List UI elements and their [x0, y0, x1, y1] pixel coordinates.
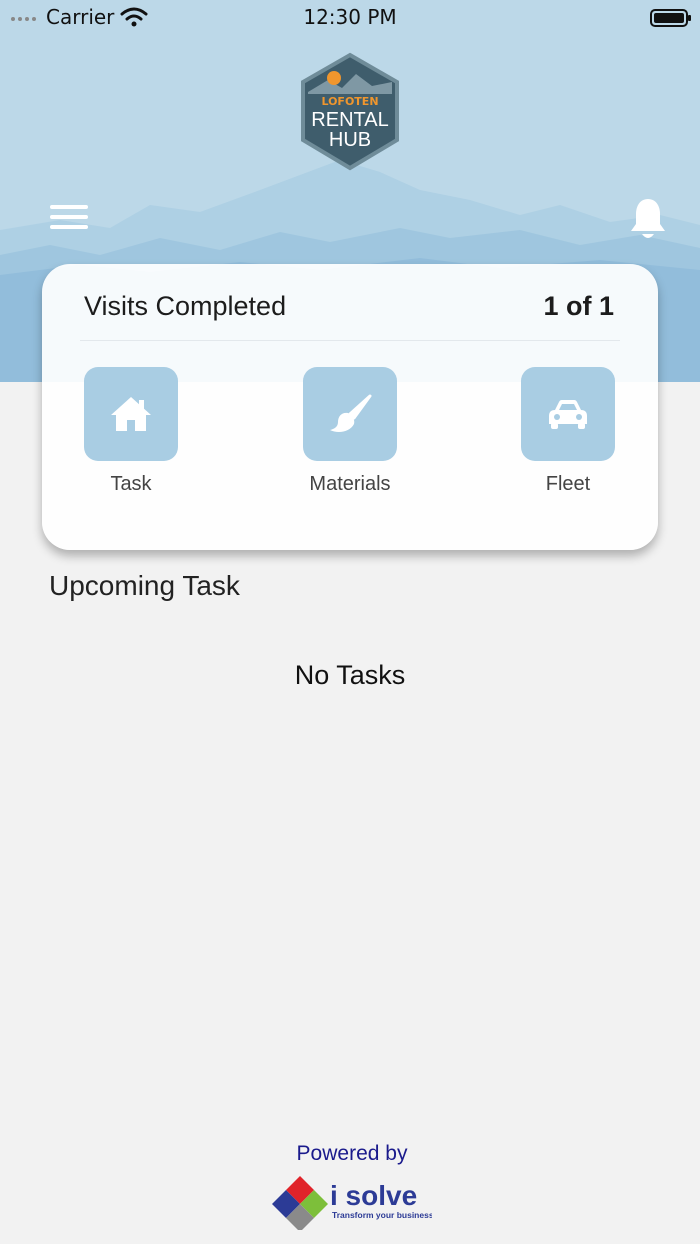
divider — [80, 340, 620, 341]
powered-by-label: Powered by — [296, 1142, 408, 1165]
visits-completed-title: Visits Completed — [84, 291, 287, 321]
isolve-logo: i solve Transform your business. — [272, 1176, 432, 1230]
fleet-button[interactable]: Fleet — [508, 367, 628, 496]
logo-text-hub: HUB — [329, 129, 371, 151]
clock: 12:30 PM — [303, 5, 397, 29]
isolve-tagline: Transform your business. — [332, 1210, 432, 1220]
visits-count: 1 of 1 — [543, 291, 614, 321]
hamburger-menu-button[interactable] — [50, 202, 94, 238]
menu-line-icon — [50, 225, 88, 229]
paintbrush-icon — [330, 394, 372, 432]
materials-button[interactable]: Materials — [290, 367, 410, 496]
materials-tile[interactable] — [303, 367, 397, 461]
house-icon — [111, 397, 151, 431]
isolve-brand-text: i solve — [330, 1180, 417, 1211]
fleet-label: Fleet — [545, 473, 591, 495]
no-tasks-message: No Tasks — [294, 660, 406, 690]
notification-bell-icon[interactable] — [628, 196, 668, 242]
menu-line-icon — [50, 215, 88, 219]
task-label: Task — [110, 473, 152, 495]
materials-label: Materials — [309, 473, 391, 495]
logo-text-rental: RENTAL — [311, 109, 388, 131]
fleet-tile[interactable] — [521, 367, 615, 461]
battery-icon — [650, 9, 691, 27]
visits-card: Visits Completed 1 of 1 Task Materials F… — [42, 264, 658, 550]
task-button[interactable]: Task — [71, 367, 191, 496]
lofoten-rental-hub-logo: LOFOTEN RENTAL HUB — [301, 52, 399, 171]
task-tile[interactable] — [84, 367, 178, 461]
menu-line-icon — [50, 205, 88, 209]
upcoming-task-heading: Upcoming Task — [49, 570, 240, 601]
status-bar: Carrier 12:30 PM — [0, 0, 700, 34]
logo-text-lofoten: LOFOTEN — [321, 95, 378, 108]
car-icon — [549, 400, 587, 429]
